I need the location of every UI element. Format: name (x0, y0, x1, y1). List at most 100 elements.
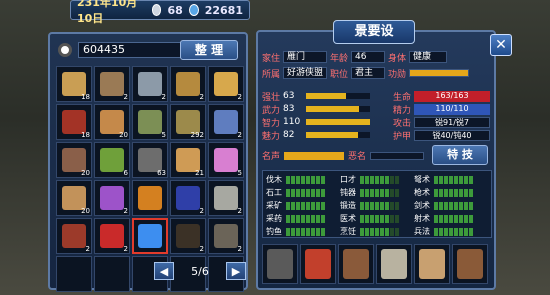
silver-count: 68 (167, 3, 183, 17)
skill-name: 钝器 (340, 188, 356, 197)
attribute-value: 110 (283, 117, 301, 127)
inventory-slot[interactable]: 63 (132, 142, 168, 178)
inventory-slot[interactable] (56, 256, 92, 292)
item-quantity: 2 (237, 131, 242, 139)
attribute-bar (306, 106, 371, 112)
inventory-slot[interactable]: 5 (132, 104, 168, 140)
equipment-slot[interactable] (262, 244, 298, 284)
equipment-icon (419, 249, 445, 279)
inventory-slot[interactable]: 2 (56, 218, 92, 254)
close-icon: ✕ (495, 37, 507, 53)
prev-page-button[interactable]: ◀ (154, 262, 174, 280)
attribute-value: 63 (283, 91, 295, 101)
skill-entry: 采矿 (266, 199, 340, 212)
inventory-slot-selected[interactable] (132, 218, 168, 254)
inventory-slot[interactable]: 2 (94, 66, 130, 102)
item-quantity: 6 (123, 169, 128, 177)
inventory-slot[interactable] (94, 256, 130, 292)
gold-coin-icon (188, 4, 199, 16)
inventory-slot[interactable]: 2 (208, 180, 244, 216)
skill-entry: 兵法 (414, 225, 488, 238)
fame-bar (284, 151, 345, 160)
skill-name: 烹饪 (340, 227, 356, 236)
silver-coin-icon (151, 4, 162, 16)
inventory-slot[interactable]: 2 (94, 218, 130, 254)
infamy-label: 恶名 (348, 152, 367, 162)
skill-entry: 采药 (266, 212, 340, 225)
inventory-slot[interactable]: 21 (170, 142, 206, 178)
skill-level-pips (286, 227, 325, 236)
equipment-slot[interactable] (376, 244, 412, 284)
skill-level-pips (434, 175, 473, 184)
inventory-slot[interactable]: 2 (170, 218, 206, 254)
equipment-slot[interactable] (414, 244, 450, 284)
vital-label: 护甲 (392, 131, 411, 142)
inventory-slot[interactable]: 2 (132, 66, 168, 102)
inventory-slot[interactable]: 5 (208, 142, 244, 178)
equipment-slot[interactable] (338, 244, 374, 284)
skill-entry: 石工 (266, 186, 340, 199)
item-quantity: 2 (237, 93, 242, 101)
rank-value: 君主 (351, 67, 386, 79)
inventory-slot[interactable]: 2 (208, 66, 244, 102)
equipment-icon (457, 249, 483, 279)
skill-name: 伐木 (266, 175, 282, 184)
vital-label: 生命 (392, 92, 411, 103)
skill-name: 剑术 (414, 201, 430, 210)
skill-name: 石工 (266, 188, 282, 197)
skill-level-pips (434, 214, 473, 223)
special-skills-button[interactable]: 特 技 (432, 145, 488, 165)
item-quantity: 5 (237, 169, 242, 177)
inventory-slot[interactable]: 2 (94, 180, 130, 216)
fame-label: 名声 (262, 152, 281, 162)
inventory-slot[interactable]: 2 (170, 66, 206, 102)
attribute-label: 武力 (262, 105, 281, 116)
sort-button[interactable]: 整 理 (180, 40, 238, 60)
item-quantity: 2 (123, 93, 128, 101)
skill-entry: 弩术 (414, 173, 488, 186)
item-icon (100, 72, 124, 96)
inventory-slot[interactable]: 20 (94, 104, 130, 140)
equipment-icon (381, 249, 407, 279)
home-label: 家住 (262, 53, 281, 64)
equipment-slot[interactable] (300, 244, 336, 284)
item-icon (214, 224, 238, 248)
inventory-slot[interactable]: 2 (208, 104, 244, 140)
close-button[interactable]: ✕ (490, 34, 512, 56)
item-quantity: 2 (237, 245, 242, 253)
skill-level-pips (286, 214, 325, 223)
inventory-slot[interactable]: 2 (208, 218, 244, 254)
equipment-slot[interactable] (452, 244, 488, 284)
skill-level-pips (360, 227, 399, 236)
item-quantity: 18 (81, 131, 90, 139)
body-label: 身体 (388, 53, 407, 64)
character-info: 家住 雁门 年龄 46 身体 健康 所属 好游侠盟 职位 君主 功勋 (262, 50, 470, 82)
inventory-slot[interactable]: 292 (170, 104, 206, 140)
attribute-label: 智力 (262, 118, 281, 129)
money-amount: 604435 (78, 42, 186, 58)
item-icon (100, 224, 124, 248)
skill-name: 弩术 (414, 175, 430, 184)
inventory-slot[interactable]: 18 (56, 104, 92, 140)
game-date: 231年10月10日 (77, 0, 138, 25)
attribute-row: 强壮 63 (262, 90, 371, 103)
skill-level-pips (360, 175, 399, 184)
age-label: 年龄 (330, 53, 349, 64)
item-quantity: 18 (81, 93, 90, 101)
inventory-slot[interactable] (132, 180, 168, 216)
item-icon (176, 186, 200, 210)
inventory-slot[interactable]: 20 (56, 142, 92, 178)
skill-level-pips (434, 227, 473, 236)
infamy-bar (370, 151, 425, 160)
next-page-button[interactable]: ▶ (226, 262, 246, 280)
inventory-slot[interactable]: 18 (56, 66, 92, 102)
item-quantity: 21 (195, 169, 204, 177)
item-icon (138, 186, 162, 210)
inventory-slot[interactable]: 6 (94, 142, 130, 178)
status-bar: 231年10月10日 68 22681 (70, 0, 250, 25)
item-quantity: 2 (237, 207, 242, 215)
item-quantity: 2 (123, 207, 128, 215)
inventory-slot[interactable]: 20 (56, 180, 92, 216)
inventory-slot[interactable]: 2 (170, 180, 206, 216)
inventory-pager: ◀ 5/6 ▶ (154, 262, 246, 280)
